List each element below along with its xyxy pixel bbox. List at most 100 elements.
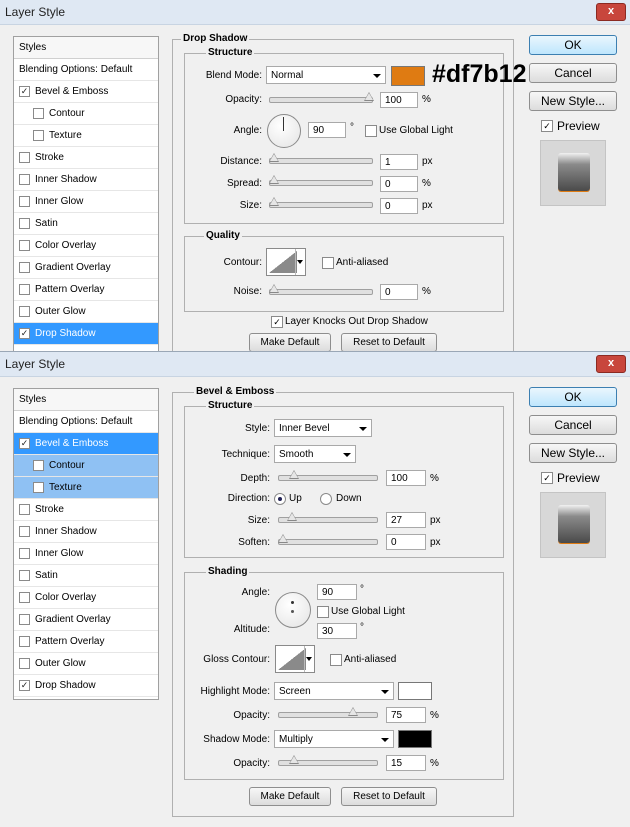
style-item-color-overlay[interactable]: Color Overlay [14,587,158,609]
style-item-stroke[interactable]: Stroke [14,499,158,521]
direction-down-radio[interactable] [320,493,332,505]
style-item-bevel-emboss[interactable]: ✓ Bevel & Emboss [14,81,158,103]
size-input[interactable]: 0 [380,198,418,214]
distance-input[interactable]: 1 [380,154,418,170]
anti-aliased-checkbox[interactable] [330,654,342,666]
checkbox[interactable]: ✓ [19,86,30,97]
checkbox[interactable] [19,196,30,207]
style-item-satin[interactable]: Satin [14,565,158,587]
style-item-inner-glow[interactable]: Inner Glow [14,191,158,213]
highlight-opacity-input[interactable]: 75 [386,707,426,723]
angle-input[interactable]: 90 [317,584,357,600]
style-item-stroke[interactable]: Stroke [14,147,158,169]
slider-thumb[interactable] [278,534,288,543]
checkbox[interactable]: ✓ [19,438,30,449]
soften-slider[interactable] [278,534,378,545]
reset-to-default-button[interactable]: Reset to Default [341,787,437,806]
cancel-button[interactable]: Cancel [529,63,617,83]
styles-header[interactable]: Styles [14,389,158,411]
gloss-contour-picker[interactable] [275,645,315,673]
highlight-mode-select[interactable]: Screen [274,682,394,700]
style-item-contour[interactable]: Contour [14,103,158,125]
shadow-color-swatch[interactable] [398,730,432,748]
direction-up-radio[interactable] [274,493,286,505]
use-global-light-checkbox[interactable] [317,606,329,618]
style-item-inner-glow[interactable]: Inner Glow [14,543,158,565]
style-item-pattern-overlay[interactable]: Pattern Overlay [14,631,158,653]
noise-input[interactable]: 0 [380,284,418,300]
checkbox[interactable] [19,636,30,647]
make-default-button[interactable]: Make Default [249,333,331,352]
distance-slider[interactable] [269,153,373,164]
slider-thumb[interactable] [289,470,299,479]
altitude-input[interactable]: 30 [317,623,357,639]
size-slider[interactable] [278,512,378,523]
bevel-style-select[interactable]: Inner Bevel [274,419,372,437]
checkbox[interactable] [33,460,44,471]
checkbox[interactable] [33,108,44,119]
make-default-button[interactable]: Make Default [249,787,331,806]
depth-input[interactable]: 100 [386,470,426,486]
style-item-outer-glow[interactable]: Outer Glow [14,653,158,675]
blend-mode-select[interactable]: Normal [266,66,386,84]
spread-input[interactable]: 0 [380,176,418,192]
checkbox[interactable]: ✓ [19,328,30,339]
slider-thumb[interactable] [289,755,299,764]
noise-slider[interactable] [269,284,373,295]
highlight-color-swatch[interactable] [398,682,432,700]
ok-button[interactable]: OK [529,387,617,407]
style-item-gradient-overlay[interactable]: Gradient Overlay [14,609,158,631]
style-item-drop-shadow[interactable]: ✓ Drop Shadow [14,323,158,345]
depth-slider[interactable] [278,470,378,481]
checkbox[interactable] [19,218,30,229]
style-item-texture[interactable]: Texture [14,477,158,499]
checkbox[interactable]: ✓ [19,680,30,691]
shadow-color-swatch[interactable] [391,66,425,86]
checkbox[interactable] [19,174,30,185]
shadow-opacity-input[interactable]: 15 [386,755,426,771]
angle-dial[interactable] [275,592,311,628]
opacity-slider[interactable] [269,92,374,103]
opacity-input[interactable]: 100 [380,92,418,108]
style-item-color-overlay[interactable]: Color Overlay [14,235,158,257]
style-item-contour[interactable]: Contour [14,455,158,477]
style-item-inner-shadow[interactable]: Inner Shadow [14,521,158,543]
checkbox[interactable] [33,482,44,493]
styles-header[interactable]: Styles [14,37,158,59]
checkbox[interactable] [19,570,30,581]
chevron-down-icon[interactable] [295,249,304,275]
checkbox[interactable] [19,658,30,669]
highlight-opacity-slider[interactable] [278,707,378,718]
checkbox[interactable] [19,152,30,163]
checkbox[interactable] [19,548,30,559]
slider-thumb[interactable] [348,707,358,716]
checkbox[interactable] [19,526,30,537]
checkbox[interactable] [33,130,44,141]
style-item-blending-options[interactable]: Blending Options: Default [14,59,158,81]
anti-aliased-checkbox[interactable] [322,257,334,269]
close-button[interactable]: x [596,355,626,373]
slider-thumb[interactable] [269,197,279,206]
angle-dial[interactable] [267,114,301,148]
shadow-opacity-slider[interactable] [278,755,378,766]
style-item-blending-options[interactable]: Blending Options: Default [14,411,158,433]
reset-to-default-button[interactable]: Reset to Default [341,333,437,352]
style-item-outer-glow[interactable]: Outer Glow [14,301,158,323]
size-slider[interactable] [269,197,373,208]
use-global-light-checkbox[interactable] [365,125,377,137]
spread-slider[interactable] [269,175,373,186]
style-item-pattern-overlay[interactable]: Pattern Overlay [14,279,158,301]
style-item-texture[interactable]: Texture [14,125,158,147]
chevron-down-icon[interactable] [304,646,313,672]
new-style-button[interactable]: New Style... [529,91,617,111]
slider-thumb[interactable] [269,284,279,293]
close-button[interactable]: x [596,3,626,21]
slider-thumb[interactable] [269,175,279,184]
soften-input[interactable]: 0 [386,534,426,550]
slider-thumb[interactable] [269,153,279,162]
preview-checkbox[interactable]: ✓ [541,120,553,132]
checkbox[interactable] [19,306,30,317]
style-item-satin[interactable]: Satin [14,213,158,235]
angle-input[interactable]: 90 [308,122,346,138]
slider-thumb[interactable] [364,92,374,101]
